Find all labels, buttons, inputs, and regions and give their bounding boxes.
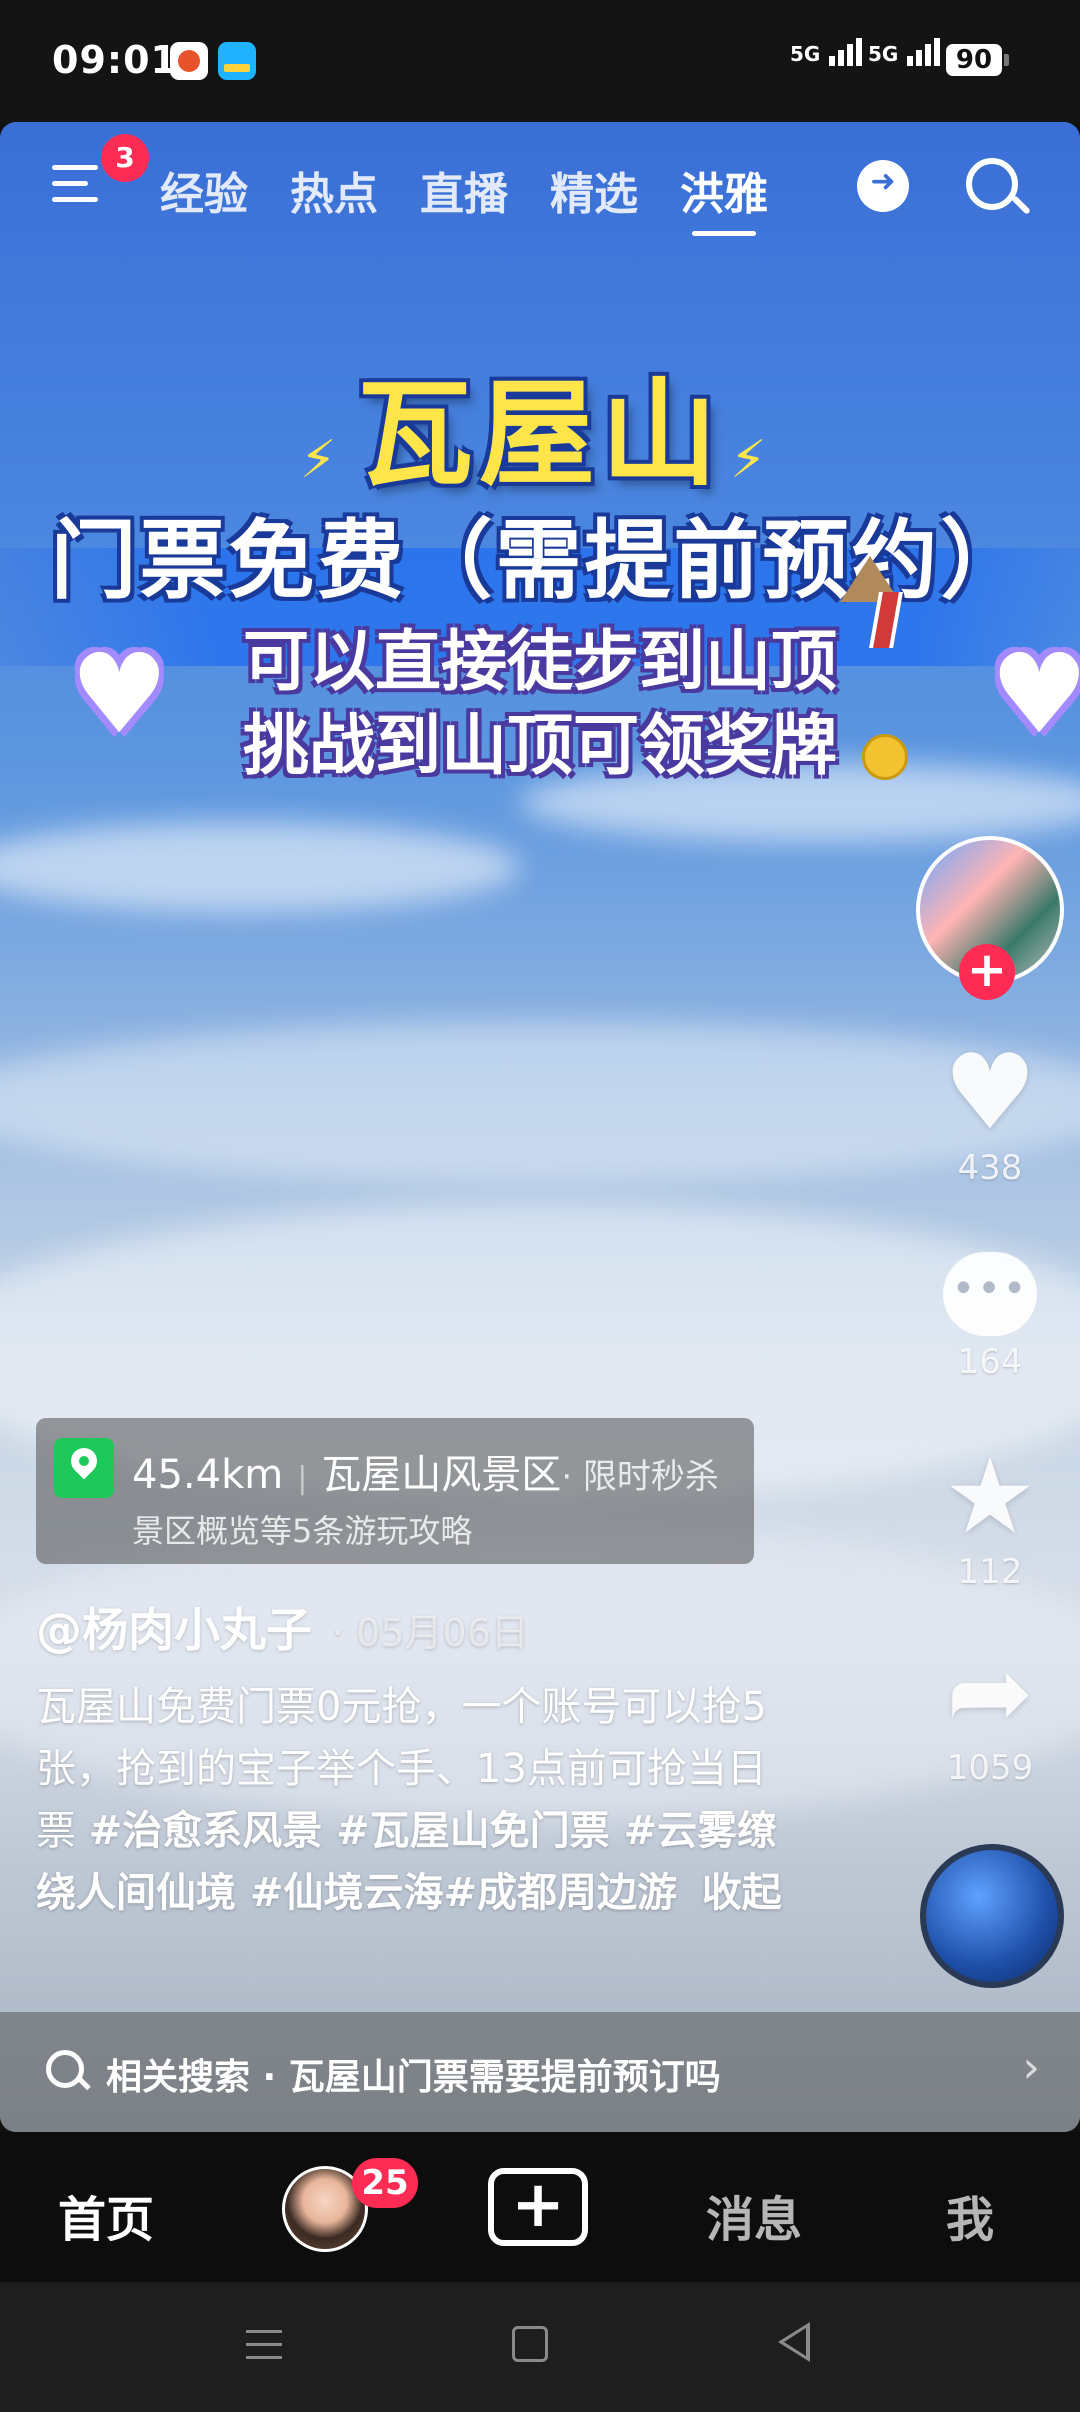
overlay-subtitle: 门票免费（需提前预约） [50, 511, 1030, 611]
signal-icon: 5G [790, 38, 865, 66]
overlay-title: 瓦屋山 [357, 367, 723, 502]
like-button[interactable]: ♥ 438 [920, 1040, 1060, 1188]
signal-icon: 5G [868, 38, 943, 66]
signal-label: 5G [868, 42, 899, 66]
like-count: 438 [957, 1148, 1023, 1188]
medal-icon [840, 556, 908, 780]
tab-live[interactable]: 直播 [420, 158, 508, 220]
overlay-line-2: 挑战到山顶可领奖牌 [243, 707, 837, 784]
music-disc-icon[interactable] [920, 1844, 1064, 1988]
signal-label: 5G [790, 42, 821, 66]
follow-button[interactable]: + [959, 944, 1015, 1000]
location-distance: 45.4km [132, 1452, 284, 1498]
share-button[interactable]: ➦ 1059 [920, 1640, 1060, 1788]
tab-local[interactable]: 洪雅 [680, 158, 768, 236]
location-tag: · 限时秒杀 [561, 1457, 719, 1497]
location-place: 瓦屋山风景区 [321, 1452, 562, 1498]
search-icon[interactable] [966, 158, 1018, 210]
heart-icon: ♥ [943, 1031, 1037, 1153]
location-guide: 景区概览等5条游玩攻略 [132, 1512, 473, 1550]
related-search-text: 相关搜索 · 瓦屋山门票需要提前预订吗 [106, 2057, 721, 2098]
app-notification-icon [218, 42, 256, 80]
separator: | [297, 1461, 308, 1496]
tab-hot[interactable]: 热点 [290, 158, 378, 220]
share-count: 1059 [946, 1748, 1034, 1788]
nav-home[interactable]: 首页 [58, 2180, 154, 2250]
location-pin-icon [54, 1438, 114, 1498]
top-tabs: 经验 热点 直播 精选 洪雅 [160, 158, 810, 236]
tab-featured[interactable]: 精选 [550, 158, 638, 220]
nav-me[interactable]: 我 [946, 2180, 994, 2250]
post-caption: 瓦屋山免费门票0元抢，一个账号可以抢5张，抢到的宝子举个手、13点前可抢当日票 … [36, 1676, 796, 1924]
location-card[interactable]: 45.4km | 瓦屋山风景区· 限时秒杀 景区概览等5条游玩攻略 [36, 1418, 754, 1564]
recent-apps-icon[interactable] [246, 2330, 282, 2369]
related-search-bar[interactable]: 相关搜索 · 瓦屋山门票需要提前预订吗 › [0, 2012, 1080, 2132]
menu-icon[interactable] [52, 165, 104, 209]
share-arrow-icon: ➦ [946, 1631, 1034, 1753]
status-time: 09:01 [52, 38, 178, 82]
author-handle[interactable]: @杨肉小丸子 [36, 1603, 312, 1657]
status-bar: 09:01 5G 5G 90 [0, 0, 1080, 122]
nav-messages[interactable]: 消息 [706, 2180, 802, 2250]
nav-badge: 25 [352, 2158, 418, 2208]
create-post-button[interactable] [488, 2168, 588, 2246]
home-icon[interactable] [512, 2326, 548, 2362]
favorite-count: 112 [957, 1552, 1023, 1592]
caption-hashtags[interactable]: #治愈系风景 #瓦屋山免门票 #云雾缭绕人间仙境 #仙境云海#成都周边游 [36, 1808, 777, 1916]
author-name[interactable]: @杨肉小丸子 · 05月06日 [36, 1594, 529, 1660]
refresh-icon[interactable] [857, 160, 909, 212]
back-icon[interactable] [778, 2322, 810, 2362]
chevron-right-icon: › [1022, 2042, 1040, 2093]
favorite-button[interactable]: ★ 112 [920, 1444, 1060, 1592]
collapse-link[interactable]: 收起 [702, 1870, 782, 1916]
battery-icon: 90 [946, 44, 1009, 76]
overlay-line-1: 可以直接徒步到山顶 [243, 623, 837, 700]
comment-button[interactable]: 164 [920, 1252, 1060, 1382]
app-notification-icon [170, 42, 208, 80]
comment-count: 164 [957, 1342, 1023, 1382]
tab-experience[interactable]: 经验 [160, 158, 248, 220]
search-icon [46, 2050, 84, 2088]
star-icon: ★ [943, 1435, 1037, 1557]
system-navigation [0, 2282, 1080, 2412]
comment-icon [943, 1252, 1037, 1336]
bottom-navigation: 首页 25 消息 我 [0, 2132, 1080, 2282]
post-date: · 05月06日 [332, 1611, 529, 1655]
menu-badge: 3 [101, 134, 149, 182]
